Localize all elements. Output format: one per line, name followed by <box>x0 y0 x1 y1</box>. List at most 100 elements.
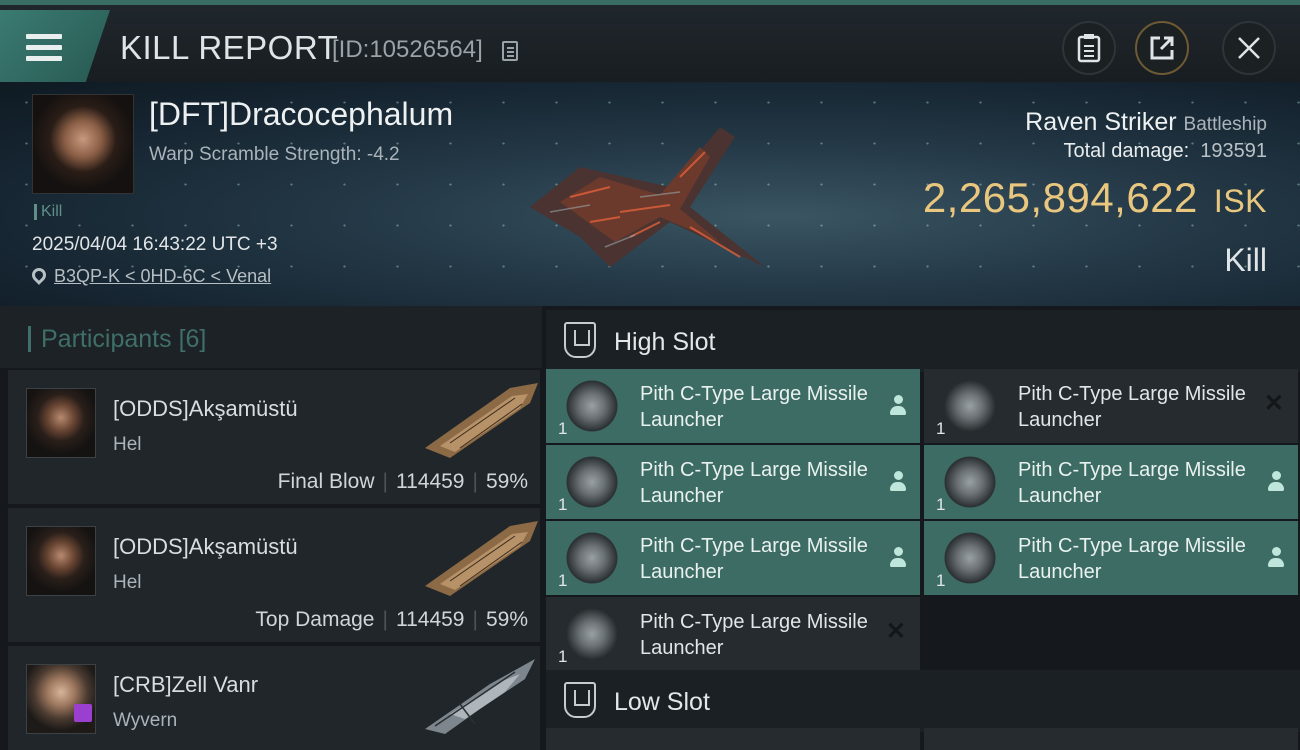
module-quantity: 1 <box>936 571 946 590</box>
page-title: KILL REPORT <box>120 29 339 66</box>
fitted-person-icon <box>890 547 906 569</box>
module-quantity: 1 <box>558 571 568 590</box>
high-slot-header: High Slot <box>546 310 1300 372</box>
participant-card[interactable]: [ODDS]Akşamüstü Hel Top Damage | 114459 | 59… <box>8 508 540 642</box>
participant-portrait <box>26 388 96 458</box>
module-item[interactable]: 1 Pith C-Type Large Missile Launcher <box>924 445 1298 519</box>
clipboard-icon <box>1077 34 1101 63</box>
fitted-person-icon <box>890 471 906 493</box>
menu-icon <box>26 34 62 61</box>
module-quantity: 1 <box>936 419 946 438</box>
participant-name: [ODDS]Akşamüstü <box>113 534 298 559</box>
participant-card[interactable]: [CRB]Zell Vanr Wyvern <box>8 646 540 750</box>
participant-portrait <box>26 526 96 596</box>
participant-ship-image <box>425 383 538 458</box>
close-button[interactable] <box>1222 21 1276 75</box>
module-item[interactable] <box>924 728 1298 750</box>
participant-ship: Hel <box>113 434 142 455</box>
module-quantity: 1 <box>558 495 568 514</box>
fitted-person-icon <box>890 395 906 417</box>
close-icon <box>1238 37 1260 59</box>
low-slot-header: Low Slot <box>546 670 1300 732</box>
module-quantity: 1 <box>558 647 568 666</box>
module-item[interactable] <box>546 728 920 750</box>
module-name: Pith C-Type Large Missile Launcher <box>640 459 868 507</box>
participant-damage: 114459 <box>395 470 465 493</box>
module-item[interactable]: 1 Pith C-Type Large Missile Launcher <box>546 369 920 443</box>
victim-banner: [DFT]Dracocephalum Warp Scramble Strengt… <box>0 82 1300 306</box>
module-item[interactable]: 1 Pith C-Type Large Missile Launcher ✕ <box>546 597 920 671</box>
participants-title: Participants [6] <box>28 326 206 352</box>
destroyed-x-icon: ✕ <box>1263 390 1284 417</box>
low-slot-icon <box>564 682 596 718</box>
missile-launcher-icon <box>562 377 622 435</box>
module-name: Pith C-Type Large Missile Launcher <box>640 535 868 583</box>
module-name: Pith C-Type Large Missile Launcher <box>640 383 868 431</box>
missile-launcher-icon <box>940 377 1000 435</box>
participant-stats: Final Blow | 114459 | 59% <box>277 470 528 493</box>
victim-ship-type[interactable]: Raven Striker Battleship <box>1025 108 1267 137</box>
participant-ship: Hel <box>113 572 142 593</box>
participants-label: Participants <box>41 325 172 353</box>
report-id: [ID:10526564] <box>332 36 483 63</box>
participant-stats: Top Damage | 114459 | 59% <box>255 608 528 631</box>
total-damage-value: 193591 <box>1200 140 1267 162</box>
isk-unit: ISK <box>1213 183 1267 219</box>
participant-role: Final Blow <box>277 470 375 493</box>
participant-percent: 59% <box>485 470 528 493</box>
module-name: Pith C-Type Large Missile Launcher <box>1018 383 1246 431</box>
result-label: Kill <box>1224 242 1267 278</box>
share-icon <box>1150 36 1174 60</box>
participant-card[interactable]: [ODDS]Akşamüstü Hel Final Blow | 114459 | 59… <box>8 370 540 504</box>
participants-header: Participants [6] <box>0 306 542 368</box>
missile-launcher-icon <box>562 605 622 663</box>
module-name: Pith C-Type Large Missile Launcher <box>1018 459 1246 507</box>
total-damage-label: Total damage: <box>1063 140 1190 162</box>
victim-ship-image[interactable] <box>520 117 770 277</box>
participant-name: [ODDS]Akşamüstü <box>113 396 298 421</box>
copy-icon[interactable] <box>502 41 518 61</box>
participant-name: [CRB]Zell Vanr <box>113 672 259 697</box>
top-bar: KILL REPORT [ID:10526564] <box>0 0 1300 82</box>
participant-role: Top Damage <box>255 608 375 631</box>
location-link[interactable]: B3QP-K < 0HD-6C < Venal <box>54 266 271 287</box>
participants-count: [6] <box>178 325 207 353</box>
module-quantity: 1 <box>936 495 946 514</box>
warp-scramble-strength: Warp Scramble Strength: -4.2 <box>149 144 400 165</box>
high-slot-icon <box>564 322 596 358</box>
total-damage: Total damage: 193591 <box>1063 140 1267 163</box>
victim-name[interactable]: [DFT]Dracocephalum <box>149 96 453 133</box>
module-name: Pith C-Type Large Missile Launcher <box>1018 535 1246 583</box>
module-item[interactable]: 1 Pith C-Type Large Missile Launcher <box>546 445 920 519</box>
kill-tag: Kill <box>34 204 62 220</box>
kill-datetime: 2025/04/04 16:43:22 UTC +3 <box>32 234 278 255</box>
module-quantity: 1 <box>558 419 568 438</box>
participant-ship-image <box>425 659 535 734</box>
high-slot-title: High Slot <box>614 328 716 356</box>
corp-badge-icon <box>74 704 92 722</box>
fitted-person-icon <box>1268 471 1284 493</box>
isk-value: 2,265,894,622 ISK <box>923 174 1267 222</box>
module-item[interactable]: 1 Pith C-Type Large Missile Launcher <box>546 521 920 595</box>
fitted-person-icon <box>1268 547 1284 569</box>
menu-button[interactable] <box>0 10 110 82</box>
clipboard-button[interactable] <box>1062 21 1116 75</box>
destroyed-x-icon: ✕ <box>885 618 906 645</box>
missile-launcher-icon <box>562 529 622 587</box>
share-button[interactable] <box>1135 21 1189 75</box>
participant-ship: Wyvern <box>113 710 178 731</box>
isk-amount: 2,265,894,622 <box>922 174 1198 221</box>
participant-ship-image <box>425 521 538 596</box>
ship-name: Raven Striker <box>1025 108 1177 136</box>
module-item[interactable]: 1 Pith C-Type Large Missile Launcher ✕ <box>924 369 1298 443</box>
module-item[interactable]: 1 Pith C-Type Large Missile Launcher <box>924 521 1298 595</box>
module-name: Pith C-Type Large Missile Launcher <box>640 611 868 659</box>
low-slot-title: Low Slot <box>614 688 710 716</box>
participant-percent: 59% <box>485 608 528 631</box>
victim-portrait[interactable] <box>32 94 134 194</box>
missile-launcher-icon <box>940 453 1000 511</box>
participant-damage: 114459 <box>395 608 465 631</box>
missile-launcher-icon <box>940 529 1000 587</box>
participant-portrait <box>26 664 96 734</box>
ship-class: Battleship <box>1183 114 1267 135</box>
